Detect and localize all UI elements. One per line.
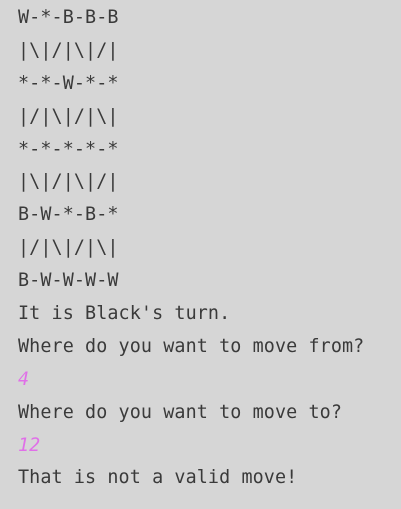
- board-row-1: W-*-B-B-B: [18, 7, 119, 28]
- board-connector-row-2: |/|\|/|\|: [18, 105, 119, 127]
- from-input-value: 4: [18, 368, 30, 390]
- board-connector-row-3: |\|/|\|/|: [18, 171, 119, 193]
- console-output[interactable]: W-*-B-B-B |\|/|\|/| *-*-W-*-* |/|\|/|\| …: [0, 0, 401, 509]
- turn-message: It is Black's turn.: [18, 303, 231, 325]
- board-row-5: B-W-W-W-W: [18, 270, 119, 292]
- board-connector-row-1: |\|/|\|/|: [18, 39, 119, 61]
- board-row-4: B-W-*-B-*: [18, 204, 119, 226]
- to-prompt: Where do you want to move to?: [18, 401, 342, 423]
- board-row-3: *-*-*-*-*: [18, 138, 119, 160]
- board-connector-row-4: |/|\|/|\|: [18, 237, 119, 259]
- board-row-2: *-*-W-*-*: [18, 72, 119, 94]
- from-prompt: Where do you want to move from?: [18, 335, 365, 357]
- error-message: That is not a valid move!: [18, 467, 298, 489]
- to-input-value: 12: [18, 434, 41, 456]
